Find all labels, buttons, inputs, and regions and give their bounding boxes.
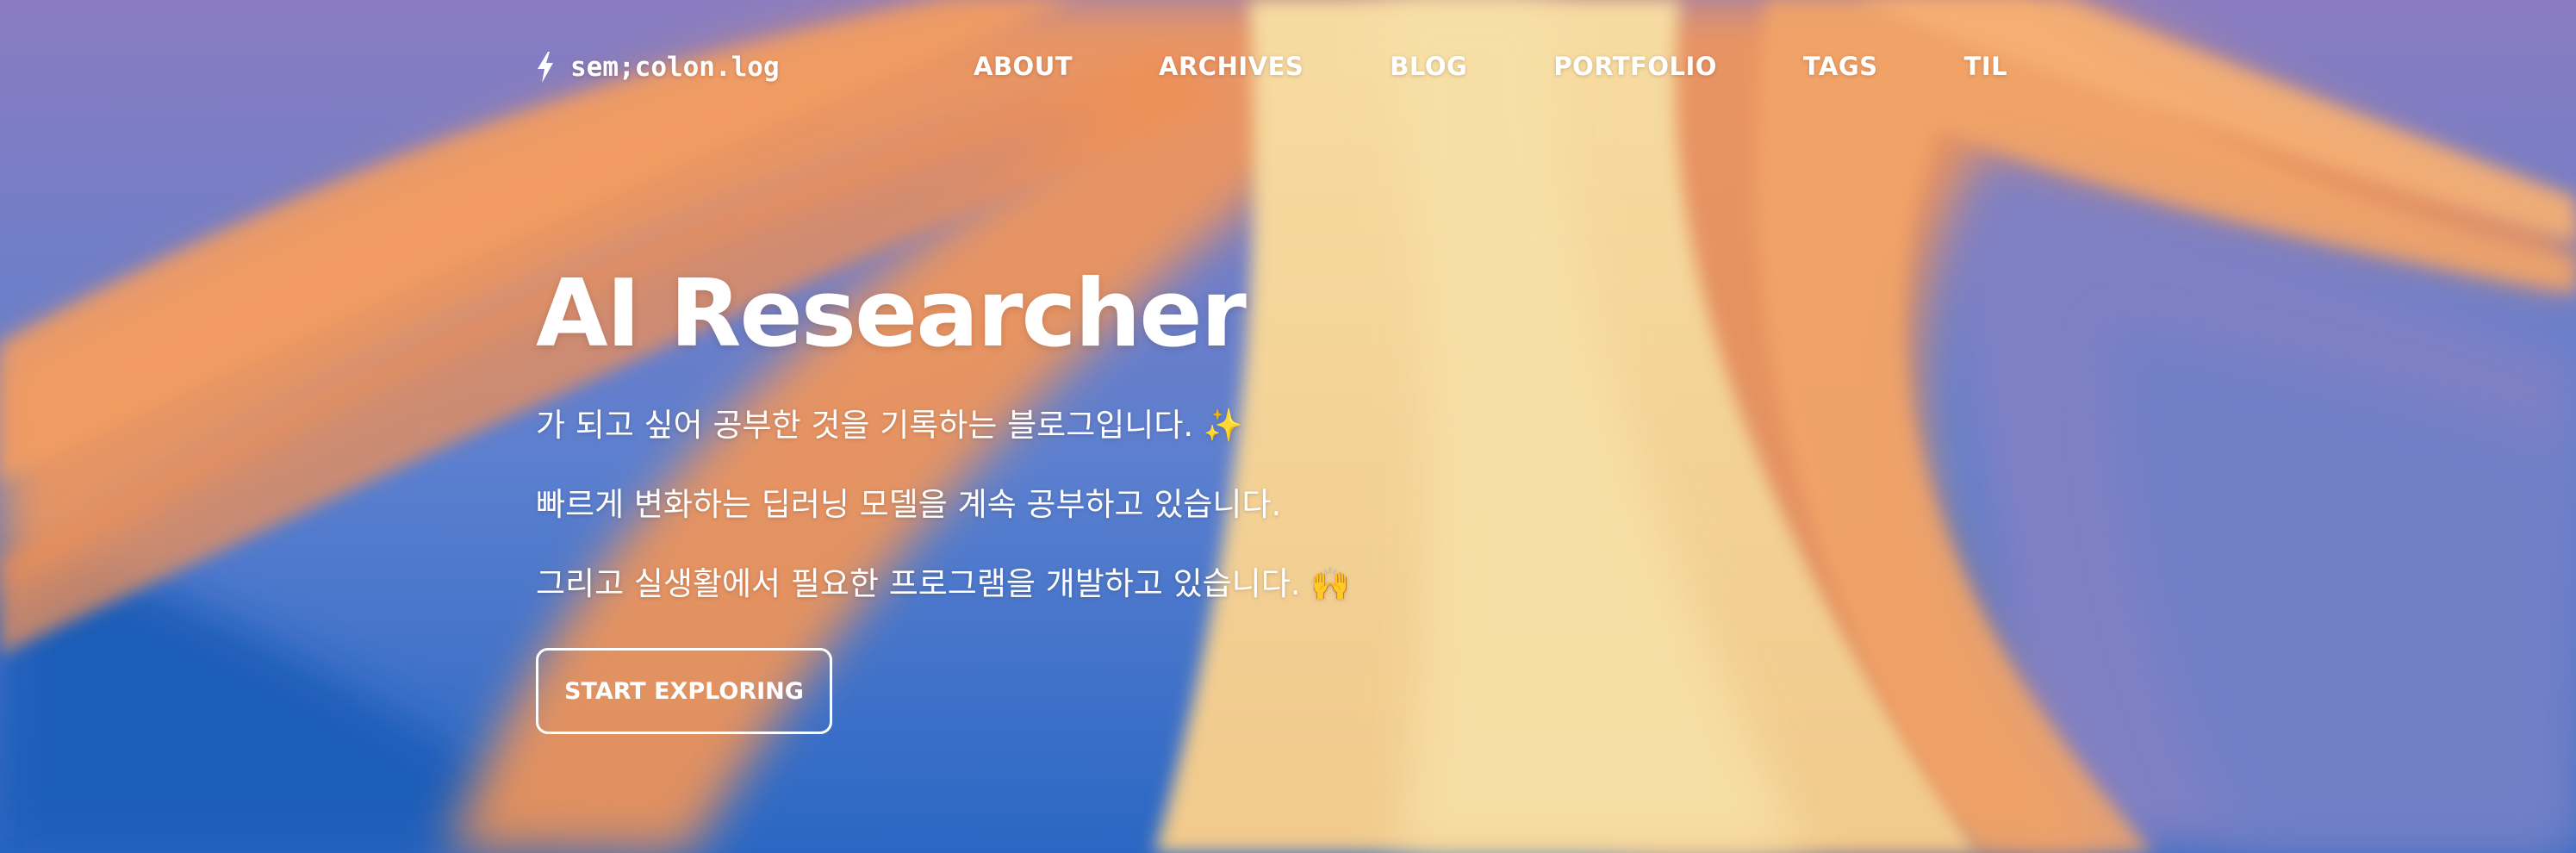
hero-title: AI Researcher	[536, 260, 1247, 368]
hero-section: AI Researcher 가 되고 싶어 공부한 것을 기록하는 블로그입니다…	[536, 258, 1742, 734]
lightning-bolt-icon	[538, 52, 553, 83]
hero-line-3: 그리고 실생활에서 필요한 프로그램을 개발하고 있습니다. 🙌	[536, 565, 1351, 602]
top-navigation: sem;colon.log ABOUT ARCHIVES BLOG PORTFO…	[0, 0, 2576, 142]
hero-line-2: 빠르게 변화하는 딥러닝 모델을 계속 공부하고 있습니다.	[536, 486, 1282, 523]
hero-line-1: 가 되고 싶어 공부한 것을 기록하는 블로그입니다. ✨	[536, 407, 1243, 444]
hero-description: 가 되고 싶어 공부한 것을 기록하는 블로그입니다. ✨ 빠르게 변화하는 딥…	[536, 386, 1742, 624]
brand-link[interactable]: sem;colon.log	[536, 52, 780, 83]
nav-portfolio-link[interactable]: PORTFOLIO	[1553, 52, 1717, 81]
brand-label: sem;colon.log	[570, 52, 780, 83]
nav-til-link[interactable]: TIL	[1964, 52, 2008, 81]
start-exploring-button[interactable]: START EXPLORING	[536, 648, 832, 734]
nav-blog-link[interactable]: BLOG	[1390, 52, 1467, 81]
nav-archives-link[interactable]: ARCHIVES	[1159, 52, 1304, 81]
main-menu: ABOUT ARCHIVES BLOG PORTFOLIO TAGS TIL	[974, 52, 2094, 81]
nav-about-link[interactable]: ABOUT	[974, 52, 1073, 81]
nav-tags-link[interactable]: TAGS	[1803, 52, 1878, 81]
